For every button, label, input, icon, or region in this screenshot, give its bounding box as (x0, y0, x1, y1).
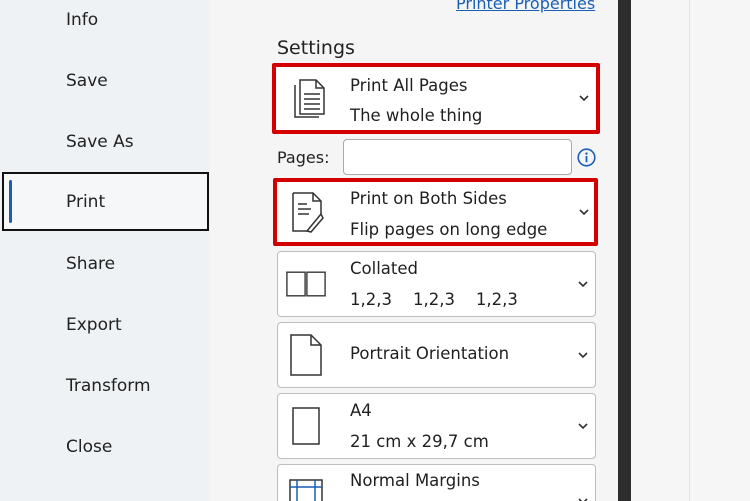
settings-heading: Settings (277, 37, 355, 59)
print-range-dropdown[interactable]: Print All Pages The whole thing (272, 63, 600, 134)
nav-item-share[interactable]: Share (0, 233, 210, 294)
collated-icon (286, 261, 326, 307)
paper-size-subtitle: 21 cm x 29,7 cm (350, 432, 489, 451)
pane-divider (618, 0, 631, 501)
nav-item-label: Close (66, 436, 113, 457)
document-pages-icon (288, 76, 328, 122)
chevron-down-icon (577, 278, 589, 290)
collation-subtitle: 1,2,3 1,2,3 1,2,3 (350, 290, 518, 309)
portrait-page-icon (286, 332, 326, 378)
print-preview-area (631, 0, 750, 501)
nav-item-close[interactable]: Close (0, 416, 210, 477)
chevron-down-icon (577, 495, 589, 501)
paper-size-dropdown[interactable]: A4 21 cm x 29,7 cm (277, 393, 596, 459)
orientation-title: Portrait Orientation (350, 344, 510, 363)
pages-input[interactable] (343, 139, 572, 175)
nav-item-label: Share (66, 253, 116, 274)
margins-icon (286, 475, 326, 501)
collation-title: Collated (350, 259, 418, 278)
nav-item-info[interactable]: Info (0, 0, 210, 50)
orientation-dropdown[interactable]: Portrait Orientation (277, 322, 596, 388)
preview-page-edge (689, 0, 690, 501)
paper-size-title: A4 (350, 401, 372, 420)
nav-item-print[interactable]: Print (2, 172, 209, 231)
pages-label: Pages: (277, 148, 330, 167)
nav-item-export[interactable]: Export (0, 294, 210, 355)
duplex-dropdown[interactable]: Print on Both Sides Flip pages on long e… (273, 178, 598, 246)
paper-size-icon (286, 403, 326, 449)
info-icon[interactable] (577, 148, 596, 167)
margins-dropdown[interactable]: Normal Margins (277, 464, 596, 501)
backstage-nav: Info Save Save As Print Share Export Tra… (0, 0, 210, 501)
chevron-down-icon (578, 93, 590, 105)
nav-item-label: Export (66, 314, 122, 335)
nav-item-transform[interactable]: Transform (0, 355, 210, 416)
print-range-title: Print All Pages (350, 76, 468, 95)
printer-properties-link[interactable]: Printer Properties (456, 0, 595, 13)
nav-item-save[interactable]: Save (0, 50, 210, 111)
chevron-down-icon (578, 206, 590, 218)
nav-item-label: Print (66, 191, 106, 212)
nav-item-save-as[interactable]: Save As (0, 111, 210, 172)
chevron-down-icon (577, 420, 589, 432)
nav-item-label: Transform (66, 375, 151, 396)
chevron-down-icon (577, 349, 589, 361)
duplex-print-icon (287, 189, 327, 235)
print-range-subtitle: The whole thing (350, 106, 483, 125)
duplex-subtitle: Flip pages on long edge (350, 220, 548, 239)
duplex-title: Print on Both Sides (350, 189, 507, 208)
collation-dropdown[interactable]: Collated 1,2,3 1,2,3 1,2,3 (277, 251, 596, 317)
nav-item-label: Save (66, 70, 108, 91)
nav-item-label: Info (66, 9, 99, 30)
margins-title: Normal Margins (350, 471, 480, 490)
nav-item-label: Save As (66, 131, 134, 152)
